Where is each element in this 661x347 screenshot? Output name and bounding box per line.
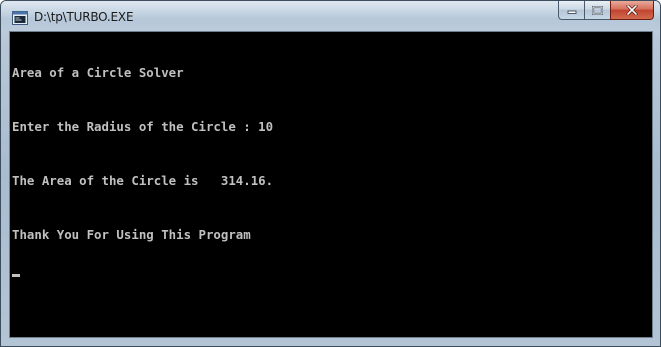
- title-bar[interactable]: D:\tp\TURBO.EXE: [1, 1, 660, 31]
- window-bottom-border: [1, 336, 660, 346]
- window-right-border: [652, 31, 660, 338]
- console-line-result: The Area of the Circle is 314.16.: [12, 173, 274, 188]
- text-cursor: [12, 274, 20, 277]
- console-line-input-prompt: Enter the Radius of the Circle : 10: [12, 119, 274, 134]
- close-icon: [626, 5, 638, 15]
- console-text: Area of a Circle Solver Enter the Radius…: [12, 35, 273, 307]
- minimize-button[interactable]: [558, 1, 584, 20]
- console-output-area[interactable]: Area of a Circle Solver Enter the Radius…: [9, 31, 653, 338]
- maximize-button[interactable]: [584, 1, 610, 20]
- caption-buttons: [558, 1, 654, 21]
- maximize-icon: [592, 5, 603, 15]
- console-app-icon[interactable]: [12, 10, 28, 26]
- console-line-thank-you: Thank You For Using This Program: [12, 227, 251, 242]
- close-button[interactable]: [610, 1, 654, 20]
- console-line-heading: Area of a Circle Solver: [12, 65, 184, 80]
- minimize-icon: [567, 10, 576, 14]
- console-window: D:\tp\TURBO.EXE Area of a Circle Solver …: [0, 0, 661, 347]
- window-title: D:\tp\TURBO.EXE: [34, 10, 134, 24]
